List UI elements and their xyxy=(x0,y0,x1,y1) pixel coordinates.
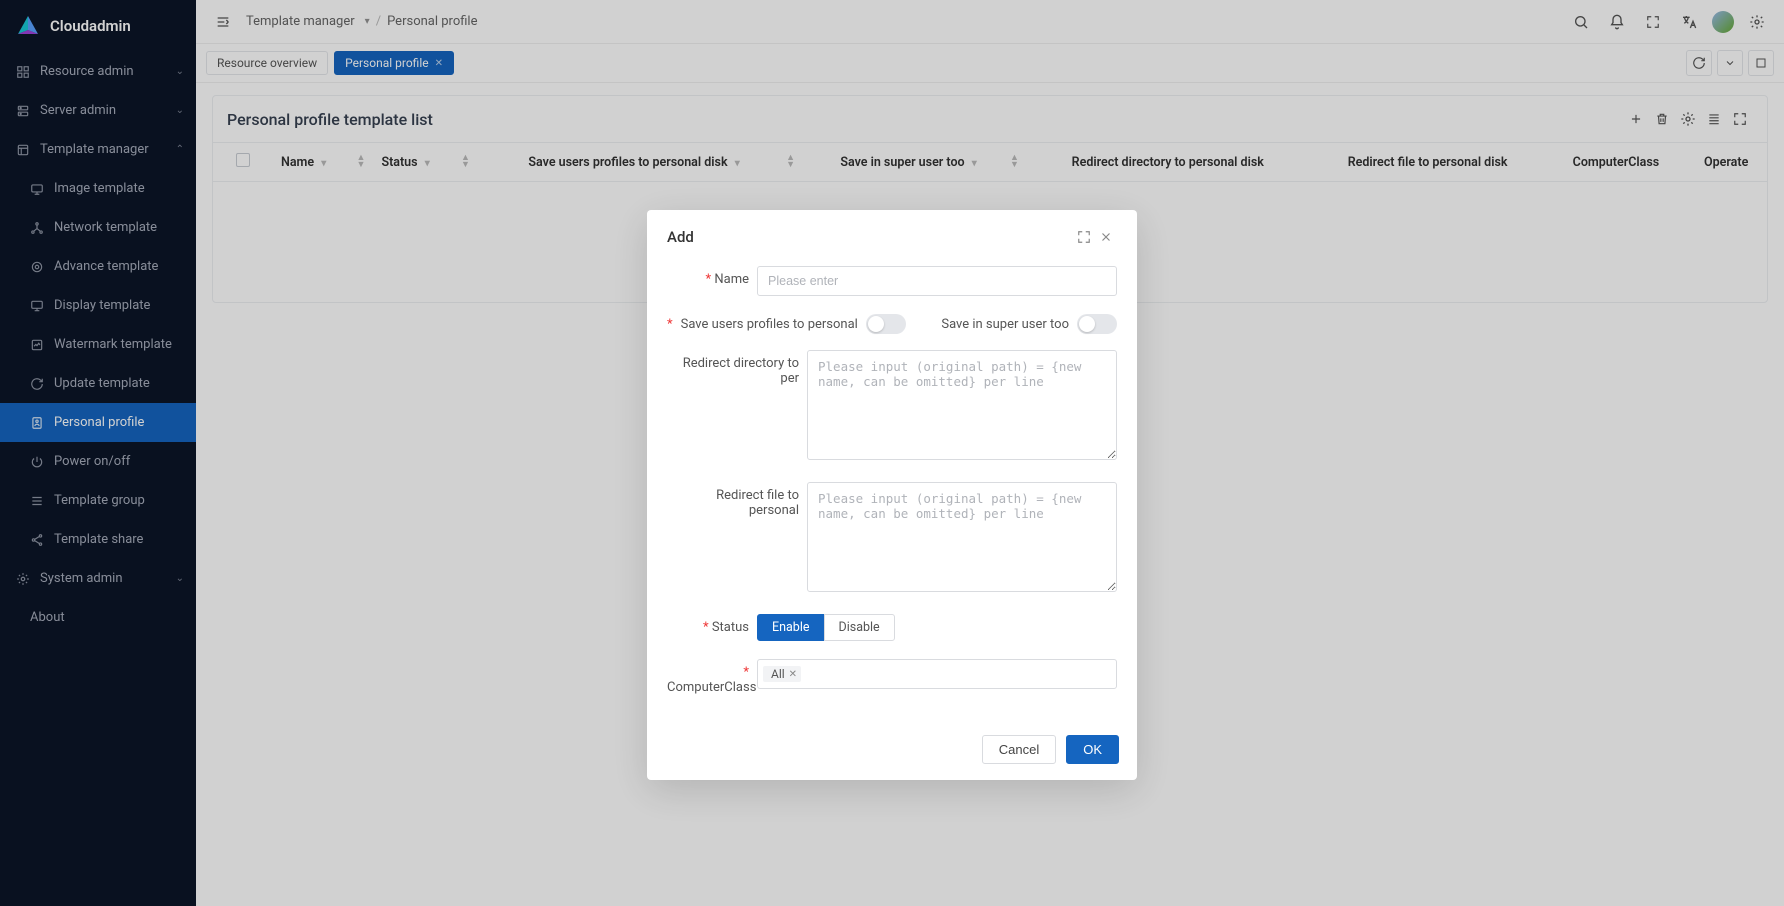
row-name: Name xyxy=(667,266,1117,296)
class-tag: All ✕ xyxy=(763,666,801,682)
close-icon[interactable] xyxy=(1095,226,1117,248)
label-save-super: Save in super user too xyxy=(941,317,1069,332)
name-input[interactable] xyxy=(757,266,1117,296)
ok-button[interactable]: OK xyxy=(1066,735,1119,764)
status-segmented: Enable Disable xyxy=(757,614,1117,641)
modal-fullscreen-icon[interactable] xyxy=(1073,226,1095,248)
remove-tag-icon[interactable]: ✕ xyxy=(789,669,797,680)
label-status: Status xyxy=(667,614,757,635)
modal-body: Name * Save users profiles to personal S… xyxy=(647,256,1137,723)
label-name: Name xyxy=(667,266,757,287)
redirect-file-textarea[interactable] xyxy=(807,482,1117,592)
status-enable[interactable]: Enable xyxy=(757,614,825,641)
label-redirect-file: Redirect file to personal xyxy=(667,482,807,518)
status-disable[interactable]: Disable xyxy=(824,614,895,641)
modal-overlay[interactable]: Add Name * Save users profiles to person… xyxy=(0,0,1784,906)
modal-add: Add Name * Save users profiles to person… xyxy=(647,210,1137,780)
label-redirect-dir: Redirect directory to per xyxy=(667,350,807,386)
row-status: Status Enable Disable xyxy=(667,614,1117,641)
row-redirect-file: Redirect file to personal xyxy=(667,482,1117,596)
row-toggles: * Save users profiles to personal Save i… xyxy=(667,314,1117,334)
modal-foot: Cancel OK xyxy=(647,723,1137,780)
modal-head: Add xyxy=(647,210,1137,256)
cancel-button[interactable]: Cancel xyxy=(982,735,1056,764)
label-class: ComputerClass xyxy=(667,659,757,695)
toggle-save-super[interactable] xyxy=(1077,314,1117,334)
label-save-profiles: Save users profiles to personal xyxy=(681,317,858,332)
toggle-save-profiles[interactable] xyxy=(866,314,906,334)
modal-title: Add xyxy=(667,228,694,246)
row-redirect-dir: Redirect directory to per xyxy=(667,350,1117,464)
redirect-dir-textarea[interactable] xyxy=(807,350,1117,460)
row-class: ComputerClass All ✕ xyxy=(667,659,1117,695)
class-select[interactable]: All ✕ xyxy=(757,659,1117,689)
